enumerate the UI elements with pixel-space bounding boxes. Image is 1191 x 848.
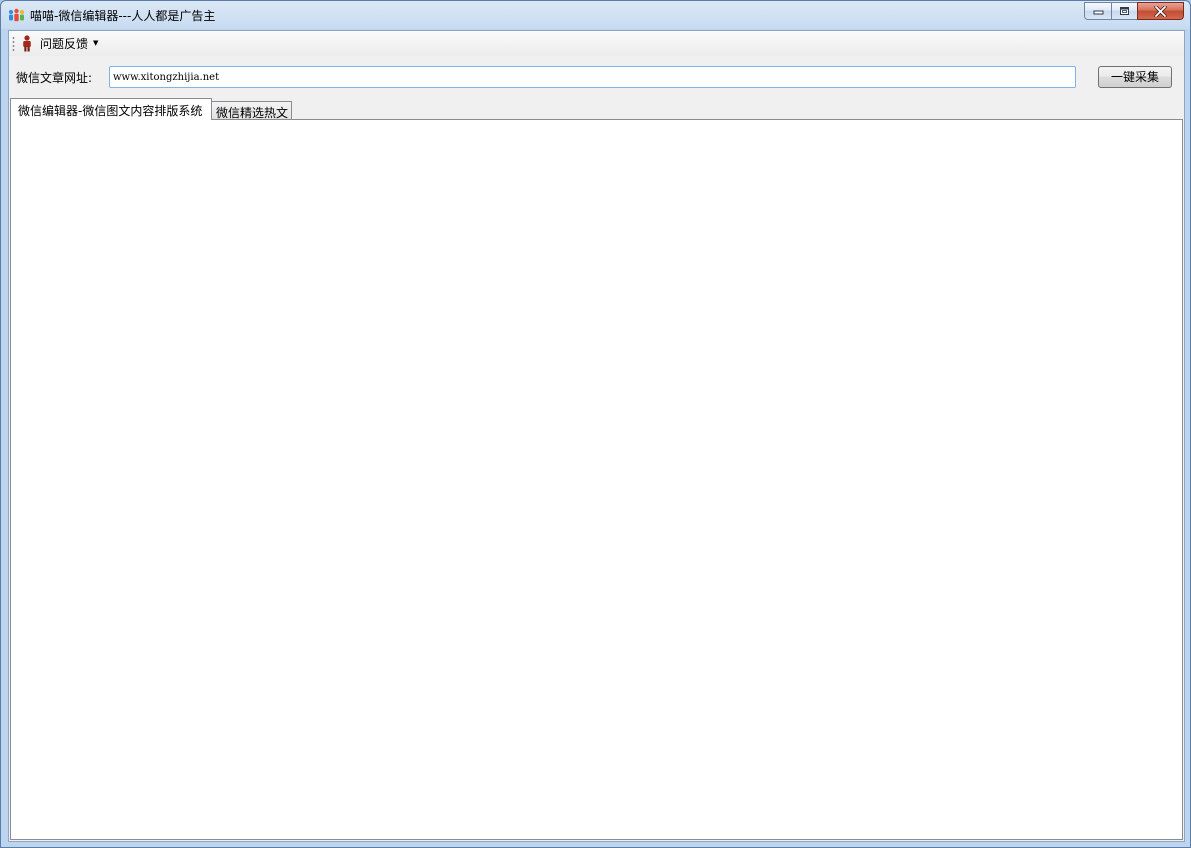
maximize-button[interactable] bbox=[1111, 2, 1137, 20]
maximize-icon bbox=[1120, 7, 1129, 15]
minimize-button[interactable] bbox=[1084, 2, 1111, 20]
window-title: 喵喵-微信编辑器---人人都是广告主 bbox=[30, 9, 216, 23]
minimize-icon bbox=[1093, 10, 1103, 15]
tab-content-panel[interactable] bbox=[10, 119, 1183, 840]
feedback-menu-label: 问题反馈 bbox=[40, 37, 89, 51]
tab-wechat-editor[interactable]: 微信编辑器-微信图文内容排版系统 bbox=[10, 98, 212, 120]
toolbar: 问题反馈 ▼ bbox=[9, 31, 1184, 56]
one-click-collect-button[interactable]: 一键采集 bbox=[1098, 66, 1172, 88]
caret-down-icon: ▼ bbox=[93, 39, 99, 47]
url-field-label: 微信文章网址: bbox=[16, 71, 93, 85]
window-controls bbox=[1084, 2, 1184, 21]
feedback-menu-button[interactable]: 问题反馈 ▼ bbox=[20, 34, 98, 53]
toolbar-grip[interactable] bbox=[12, 36, 15, 51]
person-icon bbox=[23, 35, 31, 52]
tab-hot-articles[interactable]: 微信精选热文 bbox=[212, 101, 292, 120]
client-area: 问题反馈 ▼ 微信文章网址: 一键采集 微信编辑器-微信图文内容排版系统 微信精… bbox=[8, 30, 1185, 842]
app-window: 喵喵-微信编辑器---人人都是广告主 问题反馈 ▼ 微信文章网址: www.xi… bbox=[0, 0, 1191, 848]
title-bar[interactable]: 喵喵-微信编辑器---人人都是广告主 bbox=[1, 1, 1190, 29]
close-button[interactable] bbox=[1137, 2, 1184, 20]
people-group-icon bbox=[9, 8, 24, 22]
article-url-input[interactable] bbox=[109, 66, 1076, 88]
close-icon bbox=[1154, 5, 1167, 17]
